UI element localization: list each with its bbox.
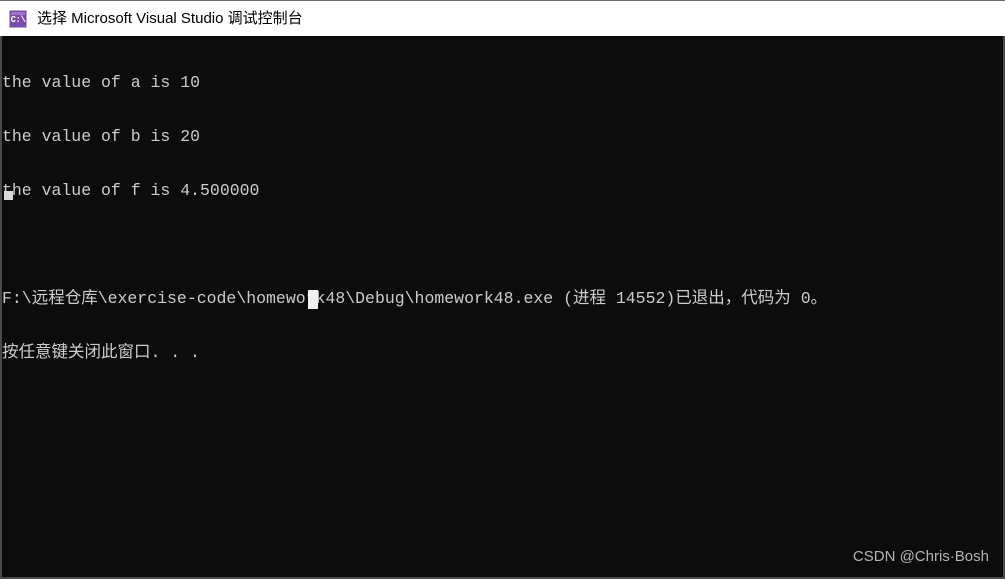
console-line-press-any-key: 按任意键关闭此窗口. . .: [2, 343, 201, 362]
window-title-bar[interactable]: C:\ 选择 Microsoft Visual Studio 调试控制台: [0, 0, 1005, 36]
console-line: the value of f is 4.500000: [2, 181, 260, 200]
console-output-area[interactable]: the value of a is 10 the value of b is 2…: [0, 36, 1005, 579]
window-title-text: 选择 Microsoft Visual Studio 调试控制台: [37, 9, 303, 27]
mouse-block-cursor: [308, 290, 318, 309]
icon-prompt-glyph: C:\: [10, 14, 26, 25]
watermark-label: CSDN @Chris·Bosh: [852, 548, 989, 565]
console-text-buffer: the value of a is 10 the value of b is 2…: [2, 38, 827, 398]
text-caret: [4, 191, 13, 200]
console-window: C:\ 选择 Microsoft Visual Studio 调试控制台 the…: [0, 0, 1005, 579]
console-line-exit-message: F:\远程仓库\exercise-code\homework48\Debug\h…: [2, 289, 828, 308]
console-line: the value of a is 10: [2, 73, 201, 92]
console-line: the value of b is 20: [2, 127, 201, 146]
console-app-icon: C:\: [9, 9, 27, 28]
